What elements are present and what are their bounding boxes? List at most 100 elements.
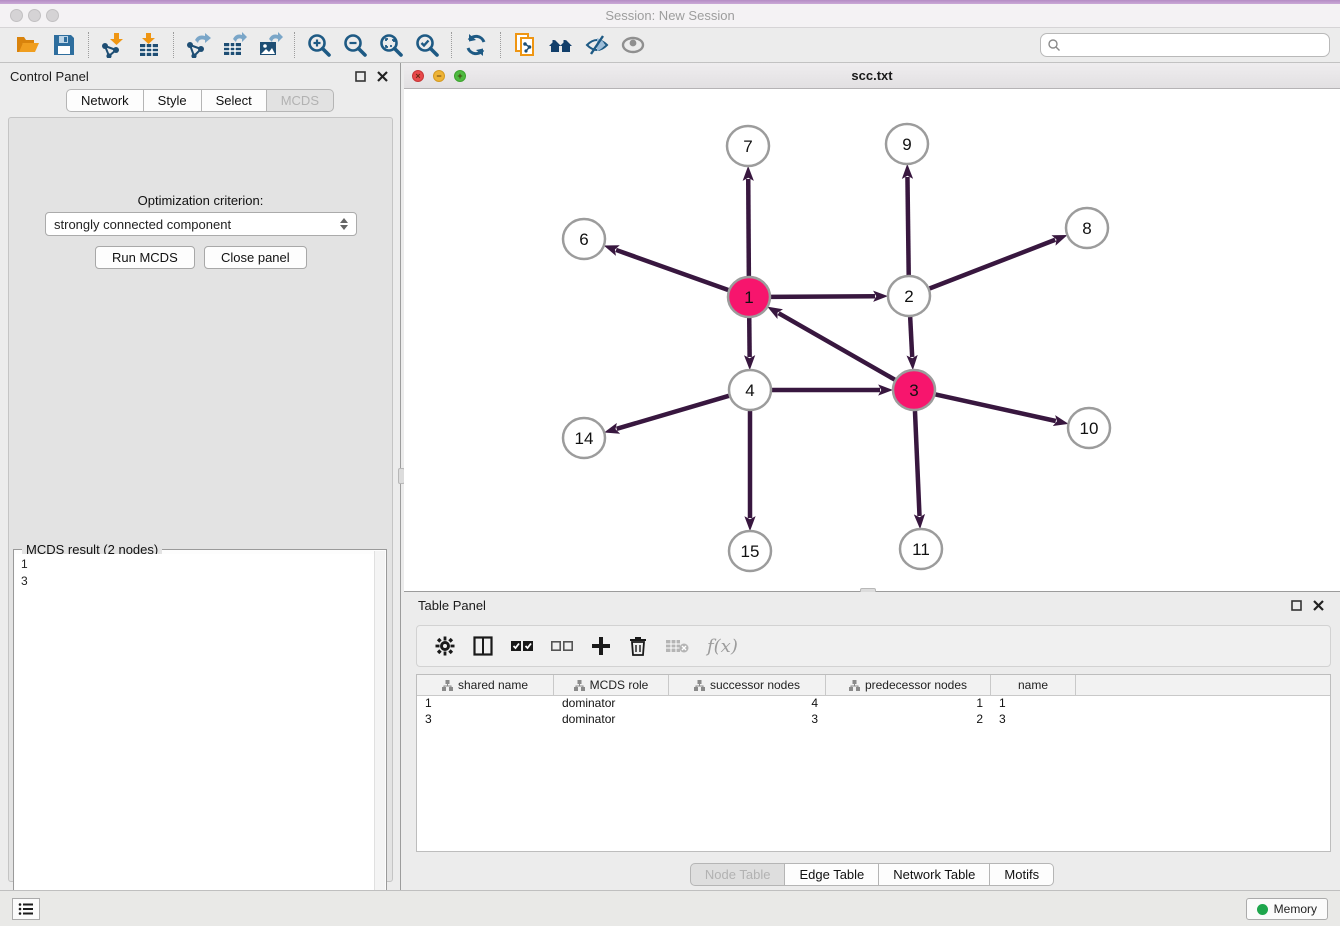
column-header-predecessor-nodes[interactable]: predecessor nodes (826, 675, 991, 695)
hide-graphics-icon[interactable] (579, 30, 615, 60)
column-header-shared-name[interactable]: shared name (417, 675, 554, 695)
import-table-icon[interactable] (131, 30, 167, 60)
close-panel-button[interactable]: Close panel (204, 246, 307, 269)
maximize-window-icon[interactable] (46, 9, 59, 22)
close-window-icon[interactable] (10, 9, 23, 22)
export-table-icon[interactable] (216, 30, 252, 60)
graph-node-1[interactable]: 1 (728, 277, 770, 317)
graph-node-11[interactable]: 11 (900, 529, 942, 569)
zoom-in-icon[interactable] (301, 30, 337, 60)
sort-hierarchy-icon (849, 680, 860, 691)
tab-select[interactable]: Select (202, 89, 267, 112)
svg-text:8: 8 (1082, 219, 1091, 238)
table-cell[interactable]: dominator (554, 696, 669, 712)
tab-node-table[interactable]: Node Table (690, 863, 786, 886)
run-mcds-button[interactable]: Run MCDS (95, 246, 195, 269)
table-cell[interactable]: dominator (554, 712, 669, 728)
tab-motifs[interactable]: Motifs (990, 863, 1054, 886)
close-panel-icon[interactable] (374, 68, 390, 84)
graph-node-2[interactable]: 2 (888, 276, 930, 316)
graph-edge-3-11[interactable] (915, 411, 920, 516)
graph-edge-1-2[interactable] (771, 296, 875, 297)
graph-edge-2-3[interactable] (910, 317, 912, 357)
table-cell[interactable]: 1 (991, 696, 1076, 712)
graph-edge-1-7[interactable] (748, 179, 749, 276)
show-graphics-icon[interactable] (615, 30, 651, 60)
clone-network-icon[interactable] (507, 30, 543, 60)
home-icon[interactable] (543, 30, 579, 60)
float-panel-icon[interactable] (352, 68, 368, 84)
tab-mcds[interactable]: MCDS (267, 89, 334, 112)
tab-network[interactable]: Network (66, 89, 144, 112)
table-cell[interactable]: 2 (826, 712, 991, 728)
graph-node-9[interactable]: 9 (886, 124, 928, 164)
column-header-MCDS-role[interactable]: MCDS role (554, 675, 669, 695)
result-scrollbar[interactable] (374, 551, 385, 923)
search-box[interactable] (1040, 33, 1330, 57)
zoom-fit-icon[interactable] (373, 30, 409, 60)
column-header-successor-nodes[interactable]: successor nodes (669, 675, 826, 695)
table-cell[interactable]: 1 (826, 696, 991, 712)
graph-node-4[interactable]: 4 (729, 370, 771, 410)
graph-node-6[interactable]: 6 (563, 219, 605, 259)
graph-node-15[interactable]: 15 (729, 531, 771, 571)
sort-hierarchy-icon (694, 680, 705, 691)
save-session-icon[interactable] (46, 30, 82, 60)
table-cell[interactable]: 1 (417, 696, 554, 712)
column-header-name[interactable]: name (991, 675, 1076, 695)
graph-edge-2-9[interactable] (907, 177, 908, 275)
float-table-panel-icon[interactable] (1288, 597, 1304, 613)
zoom-out-icon[interactable] (337, 30, 373, 60)
graph-node-8[interactable]: 8 (1066, 208, 1108, 248)
memory-button[interactable]: Memory (1246, 898, 1328, 920)
tab-network-table[interactable]: Network Table (879, 863, 990, 886)
table-cell[interactable]: 4 (669, 696, 826, 712)
graph-node-10[interactable]: 10 (1068, 408, 1110, 448)
tab-edge-table[interactable]: Edge Table (785, 863, 879, 886)
table-row[interactable]: 1dominator411 (417, 696, 1330, 712)
table-row[interactable]: 3dominator323 (417, 712, 1330, 728)
node-table[interactable]: shared nameMCDS role successor nodes prede… (416, 674, 1331, 852)
control-panel-title: Control Panel (10, 69, 346, 84)
columns-icon[interactable] (473, 636, 493, 656)
search-input[interactable] (1061, 35, 1329, 55)
graph-edge-1-6[interactable] (616, 250, 728, 290)
table-panel-title: Table Panel (418, 598, 1282, 613)
select-all-checks-icon[interactable] (511, 639, 533, 653)
graph-node-3[interactable]: 3 (893, 370, 935, 410)
graph-node-7[interactable]: 7 (727, 126, 769, 166)
close-view-icon[interactable]: × (412, 70, 424, 82)
graph-edge-2-8[interactable] (930, 240, 1056, 289)
table-cell[interactable]: 3 (991, 712, 1076, 728)
export-network-icon[interactable] (180, 30, 216, 60)
add-column-icon[interactable] (591, 636, 611, 656)
table-cell[interactable]: 3 (417, 712, 554, 728)
graph-node-14[interactable]: 14 (563, 418, 605, 458)
import-network-icon[interactable] (95, 30, 131, 60)
column-header-label: successor nodes (710, 678, 800, 692)
gear-icon[interactable] (435, 636, 455, 656)
deselect-all-checks-icon[interactable] (551, 639, 573, 653)
refresh-icon[interactable] (458, 30, 494, 60)
open-session-icon[interactable] (10, 30, 46, 60)
maximize-view-icon[interactable]: + (454, 70, 466, 82)
memory-status-icon (1257, 904, 1268, 915)
zoom-selected-icon[interactable] (409, 30, 445, 60)
close-table-panel-icon[interactable] (1310, 597, 1326, 613)
table-panel: Table Panel f(x) shared nameMCDS rolesuc… (404, 592, 1340, 890)
export-image-icon[interactable] (252, 30, 288, 60)
criterion-select[interactable]: strongly connected component (45, 212, 357, 236)
delete-icon[interactable] (629, 636, 647, 656)
table-cell[interactable]: 3 (669, 712, 826, 728)
graph-edge-3-1[interactable] (779, 313, 895, 379)
task-history-button[interactable] (12, 898, 40, 920)
graph-edge-4-14[interactable] (617, 396, 729, 429)
tab-style[interactable]: Style (144, 89, 202, 112)
mcds-result-text[interactable]: 1 3 (15, 554, 374, 923)
optimization-criterion-label: Optimization criterion: (9, 193, 392, 208)
minimize-view-icon[interactable]: − (433, 70, 445, 82)
network-window-titlebar[interactable]: × − + scc.txt (404, 63, 1340, 89)
graph-edge-3-10[interactable] (935, 394, 1055, 421)
minimize-window-icon[interactable] (28, 9, 41, 22)
network-canvas[interactable]: 7 9 6 8 1 2 4 3 14 10 15 11 (404, 89, 1338, 591)
